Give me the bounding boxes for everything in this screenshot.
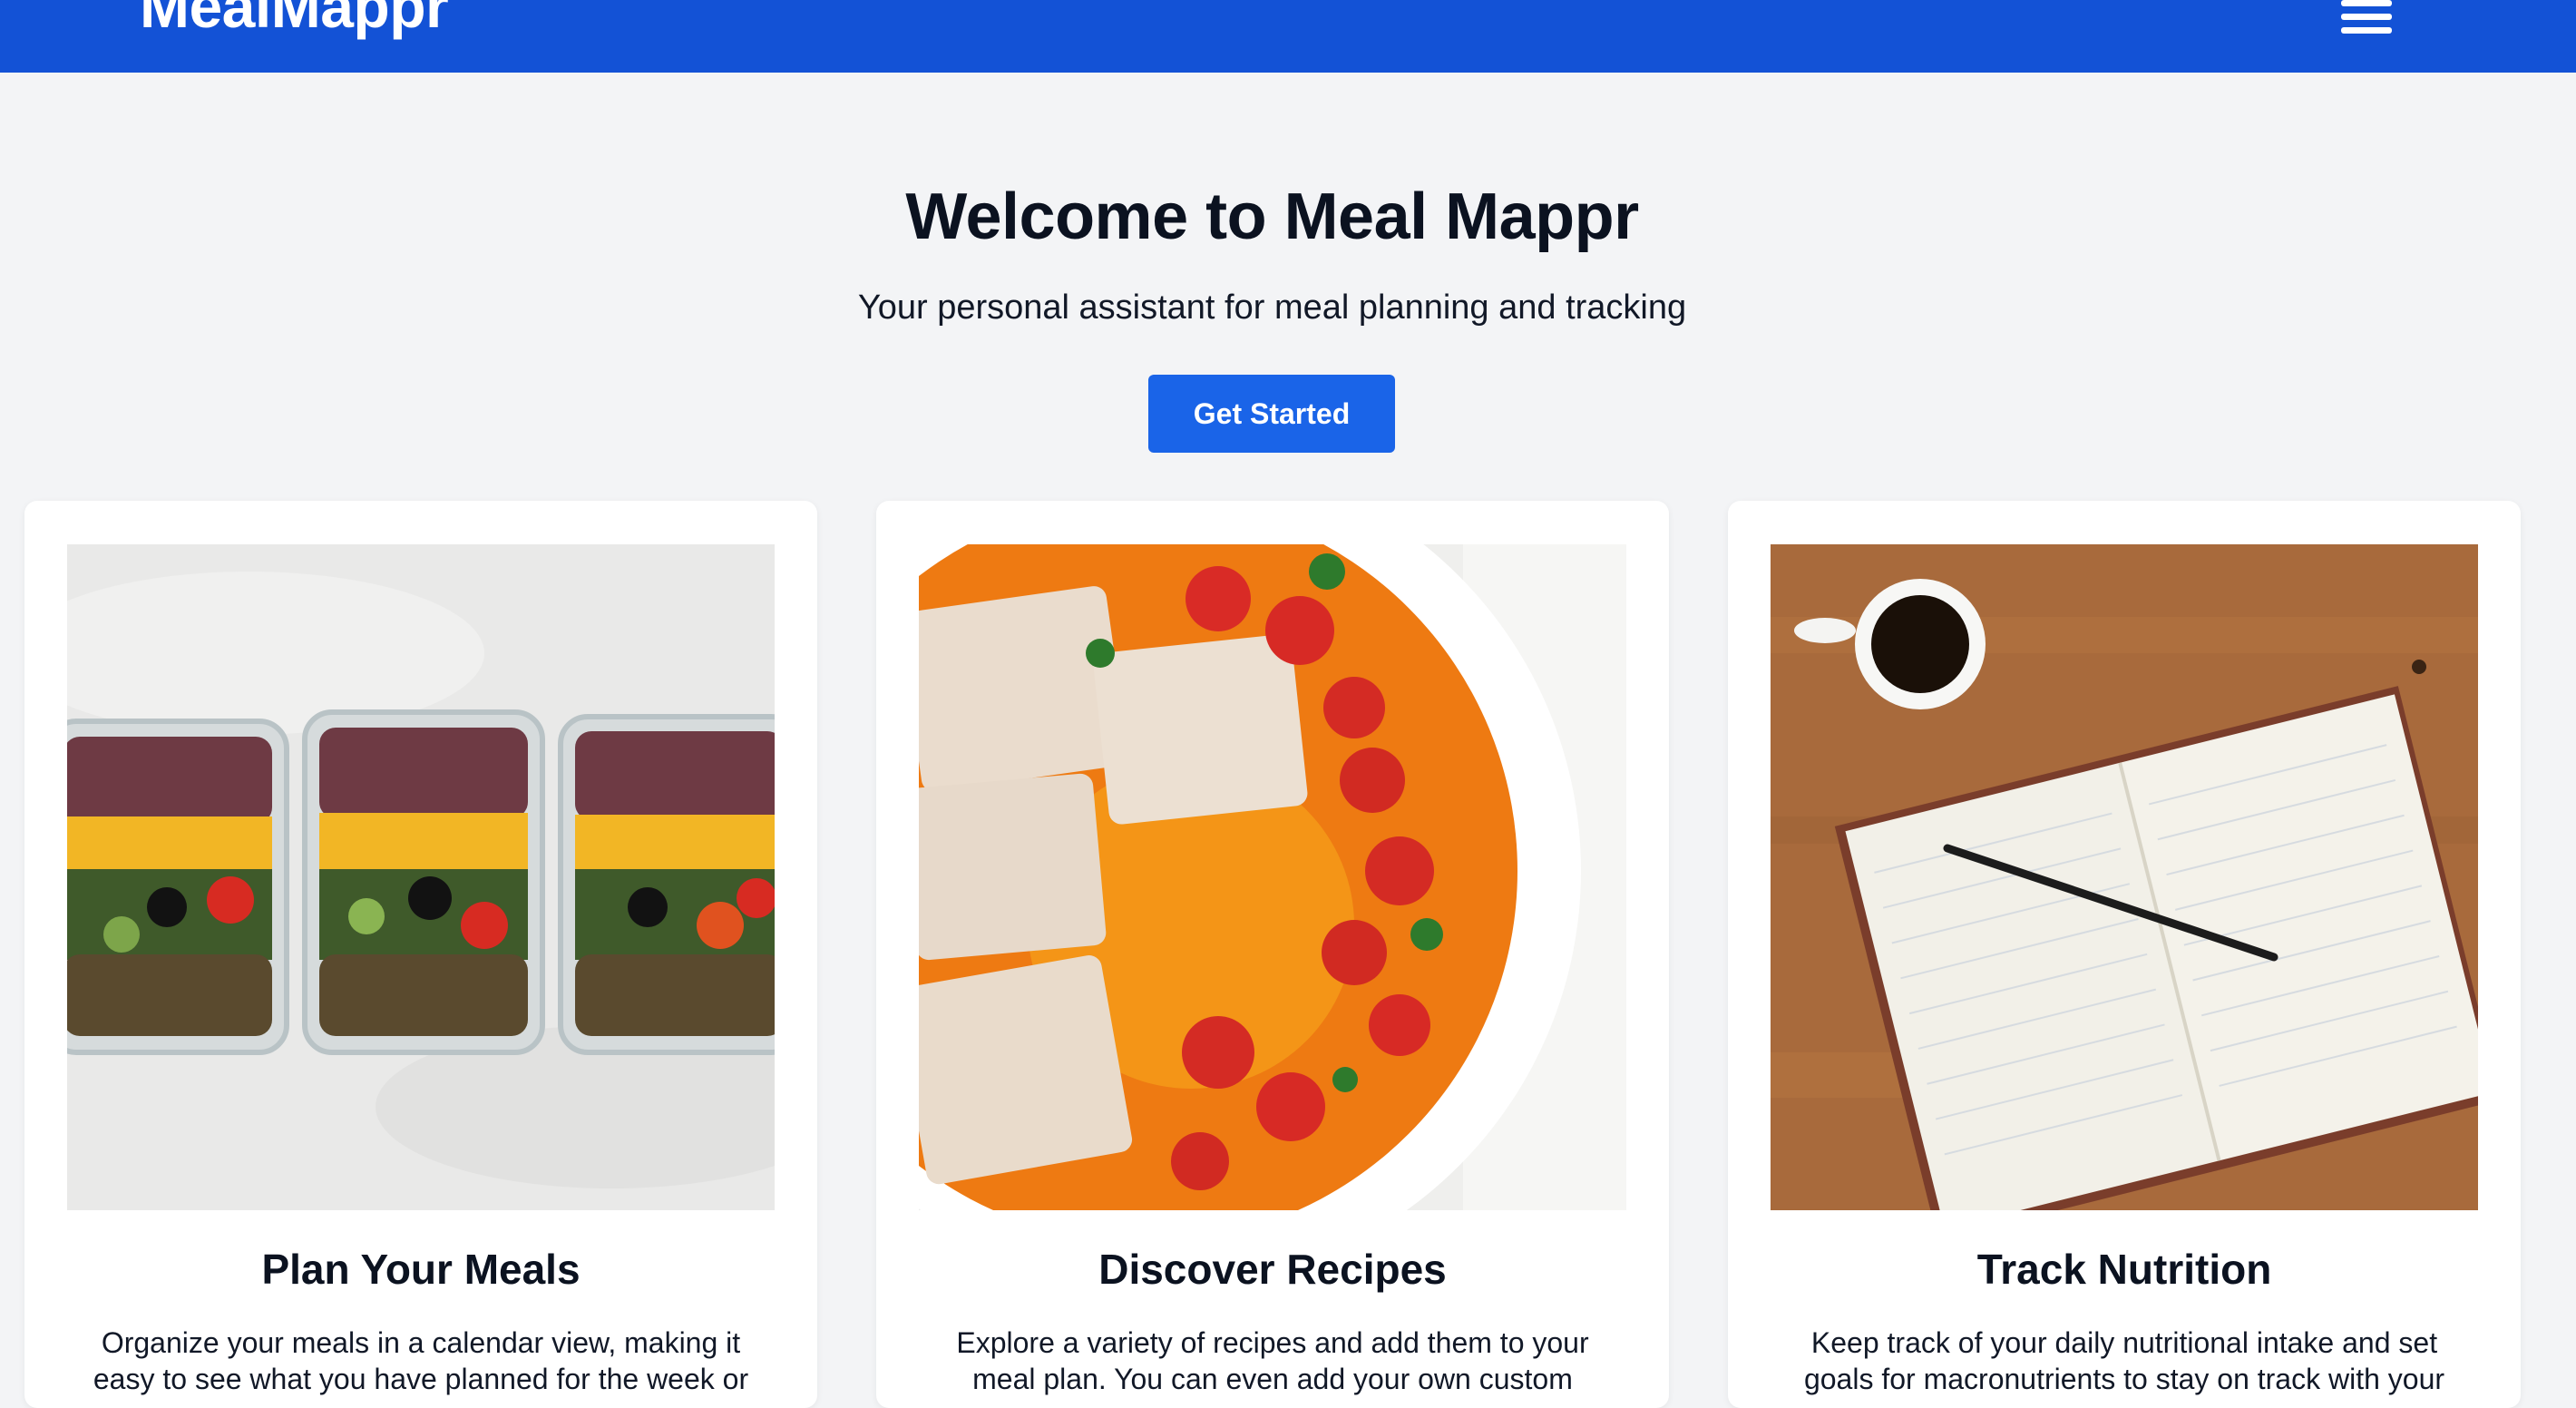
notebook-coffee-image bbox=[1771, 544, 2478, 1210]
feature-title: Plan Your Meals bbox=[261, 1246, 581, 1293]
feature-description: Explore a variety of recipes and add the… bbox=[956, 1326, 1589, 1395]
feature-description: Keep track of your daily nutritional int… bbox=[1803, 1326, 2445, 1395]
top-navbar: MealMappr bbox=[0, 0, 2576, 73]
fish-tomato-dish-image bbox=[919, 544, 1626, 1210]
feature-card-track-nutrition: Track Nutrition Keep track of your daily… bbox=[1728, 501, 2521, 1408]
hero-subtitle: Your personal assistant for meal plannin… bbox=[857, 288, 1687, 327]
feature-description: Organize your meals in a calendar view, … bbox=[93, 1326, 749, 1395]
get-started-button[interactable]: Get Started bbox=[1148, 375, 1395, 453]
feature-card-plan-meals: Plan Your Meals Organize your meals in a… bbox=[24, 501, 817, 1408]
feature-title: Discover Recipes bbox=[1098, 1246, 1447, 1293]
meal-prep-containers-image bbox=[67, 544, 775, 1210]
feature-card-discover-recipes: Discover Recipes Explore a variety of re… bbox=[876, 501, 1669, 1408]
hamburger-menu-icon[interactable] bbox=[2336, 0, 2397, 34]
hero-title: Welcome to Meal Mappr bbox=[905, 181, 1639, 253]
feature-title: Track Nutrition bbox=[1976, 1246, 2272, 1293]
brand-logo[interactable]: MealMappr bbox=[140, 0, 449, 36]
